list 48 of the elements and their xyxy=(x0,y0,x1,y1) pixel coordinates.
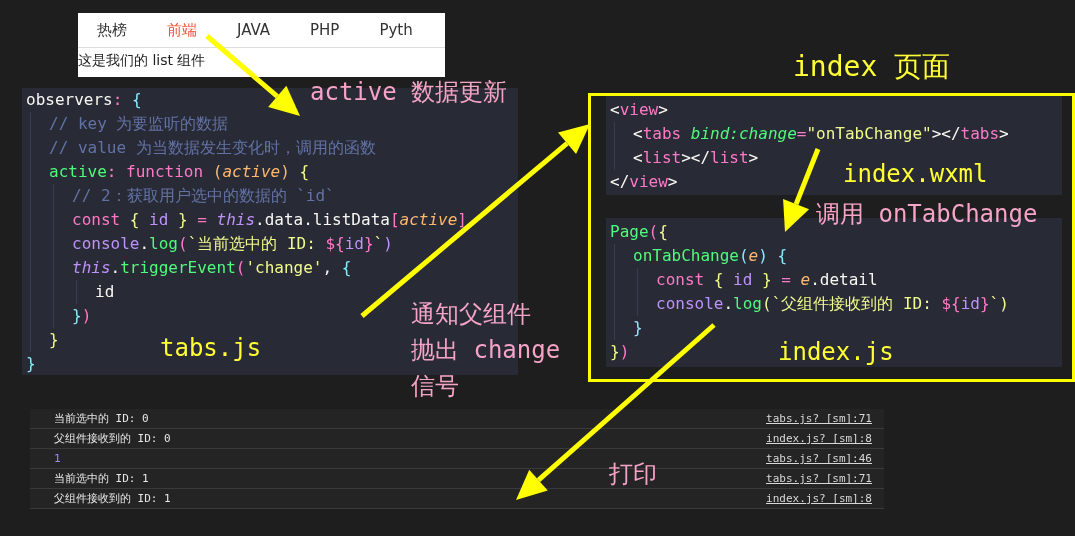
code-line: active: function (active) { xyxy=(49,161,310,183)
source-link[interactable]: tabs.js? [sm]:46 xyxy=(766,452,872,465)
list-component-text: 这是我们的 list 组件 xyxy=(78,51,206,70)
code-line: // 2：获取用户选中的数据的 `id` xyxy=(72,185,335,207)
code-line: } xyxy=(26,353,36,375)
source-link[interactable]: index.js? [sm]:8 xyxy=(766,492,872,505)
annotation-text: 调用 onTabChange xyxy=(816,200,1038,229)
code-line: this.triggerEvent('change', { xyxy=(72,257,352,279)
code-line: <list></list> xyxy=(633,147,759,169)
tab[interactable]: PHP xyxy=(310,21,340,39)
console-message: 1 xyxy=(54,452,61,465)
file-label: tabs.js xyxy=(160,334,262,363)
code-line: } xyxy=(633,317,643,339)
tab[interactable]: Pyth xyxy=(379,21,413,39)
code-line: }) xyxy=(610,341,630,363)
annotation-text: 打印 xyxy=(609,460,657,489)
tab[interactable]: 前端 xyxy=(167,20,197,40)
code-line: Page({ xyxy=(610,221,668,243)
code-line: } xyxy=(49,329,59,351)
source-link[interactable]: index.js? [sm]:8 xyxy=(766,432,872,445)
console-message: 父组件接收到的 ID: 0 xyxy=(54,431,171,446)
code-line: onTabChange(e) { xyxy=(633,245,788,267)
annotation-text: 信号 xyxy=(411,371,459,402)
code-line: <view> xyxy=(610,99,668,121)
code-line: const { id } = this.data.listData[active] xyxy=(72,209,467,231)
code-line: // key 为要监听的数据 xyxy=(49,113,229,135)
console-message: 父组件接收到的 ID: 1 xyxy=(54,491,171,506)
code-line: const { id } = e.detail xyxy=(656,269,878,291)
console-message: 当前选中的 ID: 0 xyxy=(54,411,149,426)
source-link[interactable]: tabs.js? [sm]:71 xyxy=(766,472,872,485)
annotation-text: active 数据更新 xyxy=(310,78,508,107)
code-line: }) xyxy=(72,305,92,327)
tab[interactable]: JAVA xyxy=(237,21,271,39)
code-line: console.log(`当前选中的 ID: ${id}`) xyxy=(72,233,393,255)
code-line: // value 为当数据发生变化时，调用的函数 xyxy=(49,137,376,159)
code-line: observers: { xyxy=(26,89,142,111)
code-line: <tabs bind:change="onTabChange"></tabs> xyxy=(633,123,1009,145)
file-label: index.wxml xyxy=(843,160,988,189)
source-link[interactable]: tabs.js? [sm]:71 xyxy=(766,412,872,425)
annotation-text: 通知父组件 xyxy=(411,299,531,330)
annotation-text: 抛出 change xyxy=(411,335,561,366)
code-line: console.log(`父组件接收到的 ID: ${id}`) xyxy=(656,293,1009,315)
tab[interactable]: 热榜 xyxy=(97,20,127,40)
console-message: 当前选中的 ID: 1 xyxy=(54,471,149,486)
code-line: </view> xyxy=(610,171,678,193)
annotation-title: index 页面 xyxy=(793,50,951,84)
code-line: id xyxy=(95,281,115,303)
file-label: index.js xyxy=(778,338,894,367)
